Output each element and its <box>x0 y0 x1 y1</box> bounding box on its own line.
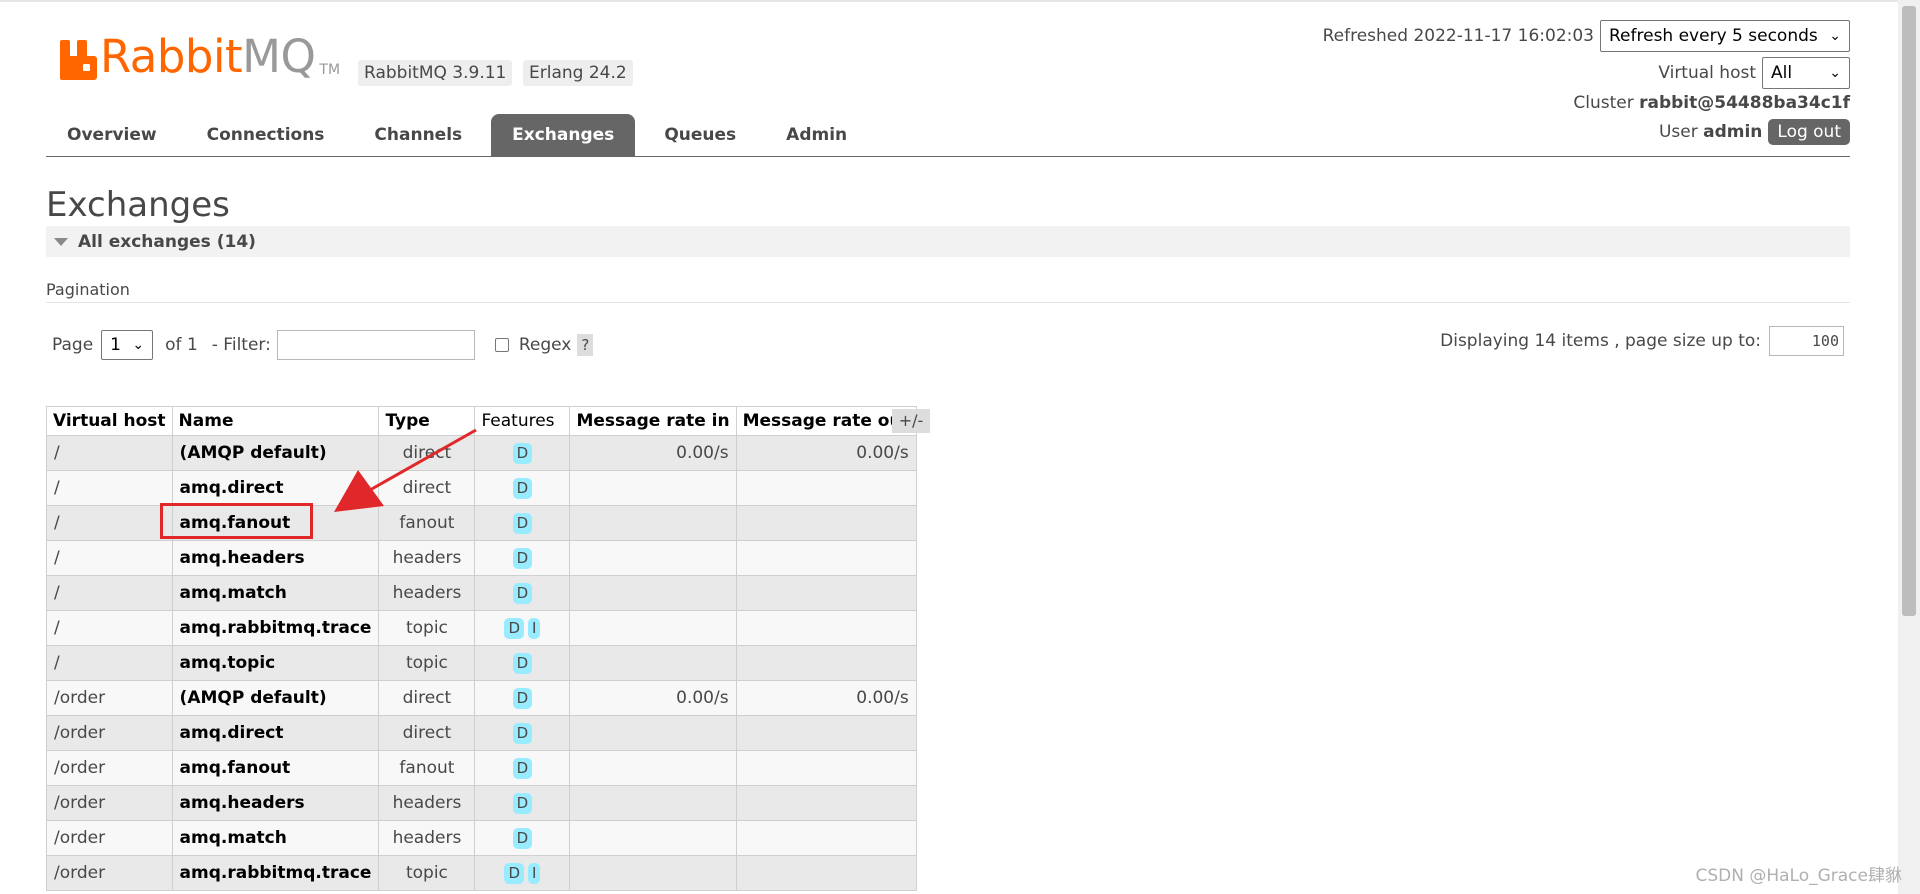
scrollbar-thumb[interactable] <box>1902 6 1916 616</box>
annotation-arrow-icon <box>334 428 477 512</box>
vertical-scrollbar[interactable] <box>1898 0 1920 894</box>
watermark-text: CSDN @HaLo_Grace肆貅 <box>1695 866 1902 886</box>
